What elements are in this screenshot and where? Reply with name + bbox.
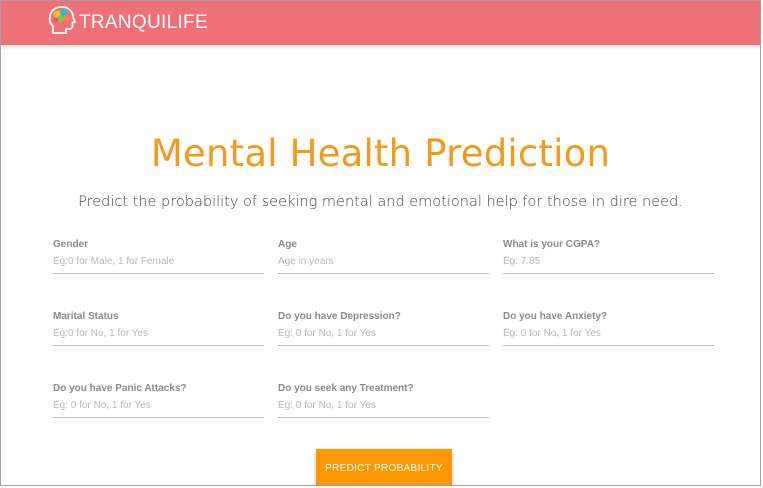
page-subtitle: Predict the probability of seeking menta…: [78, 193, 683, 210]
anxiety-field: Do you have Anxiety?: [503, 311, 714, 346]
gender-field: Gender: [53, 239, 264, 274]
cgpa-label: What is your CGPA?: [503, 239, 601, 250]
panic-attacks-field: Do you have Panic Attacks?: [53, 383, 264, 418]
page-title: Mental Health Prediction: [150, 131, 611, 175]
brand-link[interactable]: TRANQUILIFE: [47, 6, 208, 35]
depression-input[interactable]: [278, 328, 489, 346]
cgpa-input[interactable]: [503, 256, 714, 274]
marital-status-input[interactable]: [53, 328, 264, 346]
depression-field: Do you have Depression?: [278, 311, 489, 346]
marital-status-field: Marital Status: [53, 311, 264, 346]
gender-label: Gender: [53, 239, 89, 250]
app-window: TRANQUILIFE Mental Health Prediction Pre…: [0, 0, 761, 486]
panic-attacks-label: Do you have Panic Attacks?: [53, 383, 187, 394]
brain-head-icon: [48, 6, 76, 34]
panic-attacks-input[interactable]: [53, 400, 264, 418]
gender-input[interactable]: [53, 256, 264, 274]
predict-probability-button[interactable]: PREDICT PROBABILITY: [316, 449, 452, 485]
navbar: TRANQUILIFE: [1, 1, 760, 45]
cgpa-field: What is your CGPA?: [503, 239, 714, 274]
treatment-input[interactable]: [278, 400, 489, 418]
anxiety-input[interactable]: [503, 328, 714, 346]
brand-name: TRANQUILIFE: [79, 12, 208, 33]
anxiety-label: Do you have Anxiety?: [503, 311, 608, 322]
age-label: Age: [278, 239, 297, 250]
age-input[interactable]: [278, 256, 489, 274]
treatment-field: Do you seek any Treatment?: [278, 383, 489, 418]
marital-status-label: Marital Status: [53, 311, 119, 322]
age-field: Age: [278, 239, 489, 274]
depression-label: Do you have Depression?: [278, 311, 401, 322]
treatment-label: Do you seek any Treatment?: [278, 383, 414, 394]
